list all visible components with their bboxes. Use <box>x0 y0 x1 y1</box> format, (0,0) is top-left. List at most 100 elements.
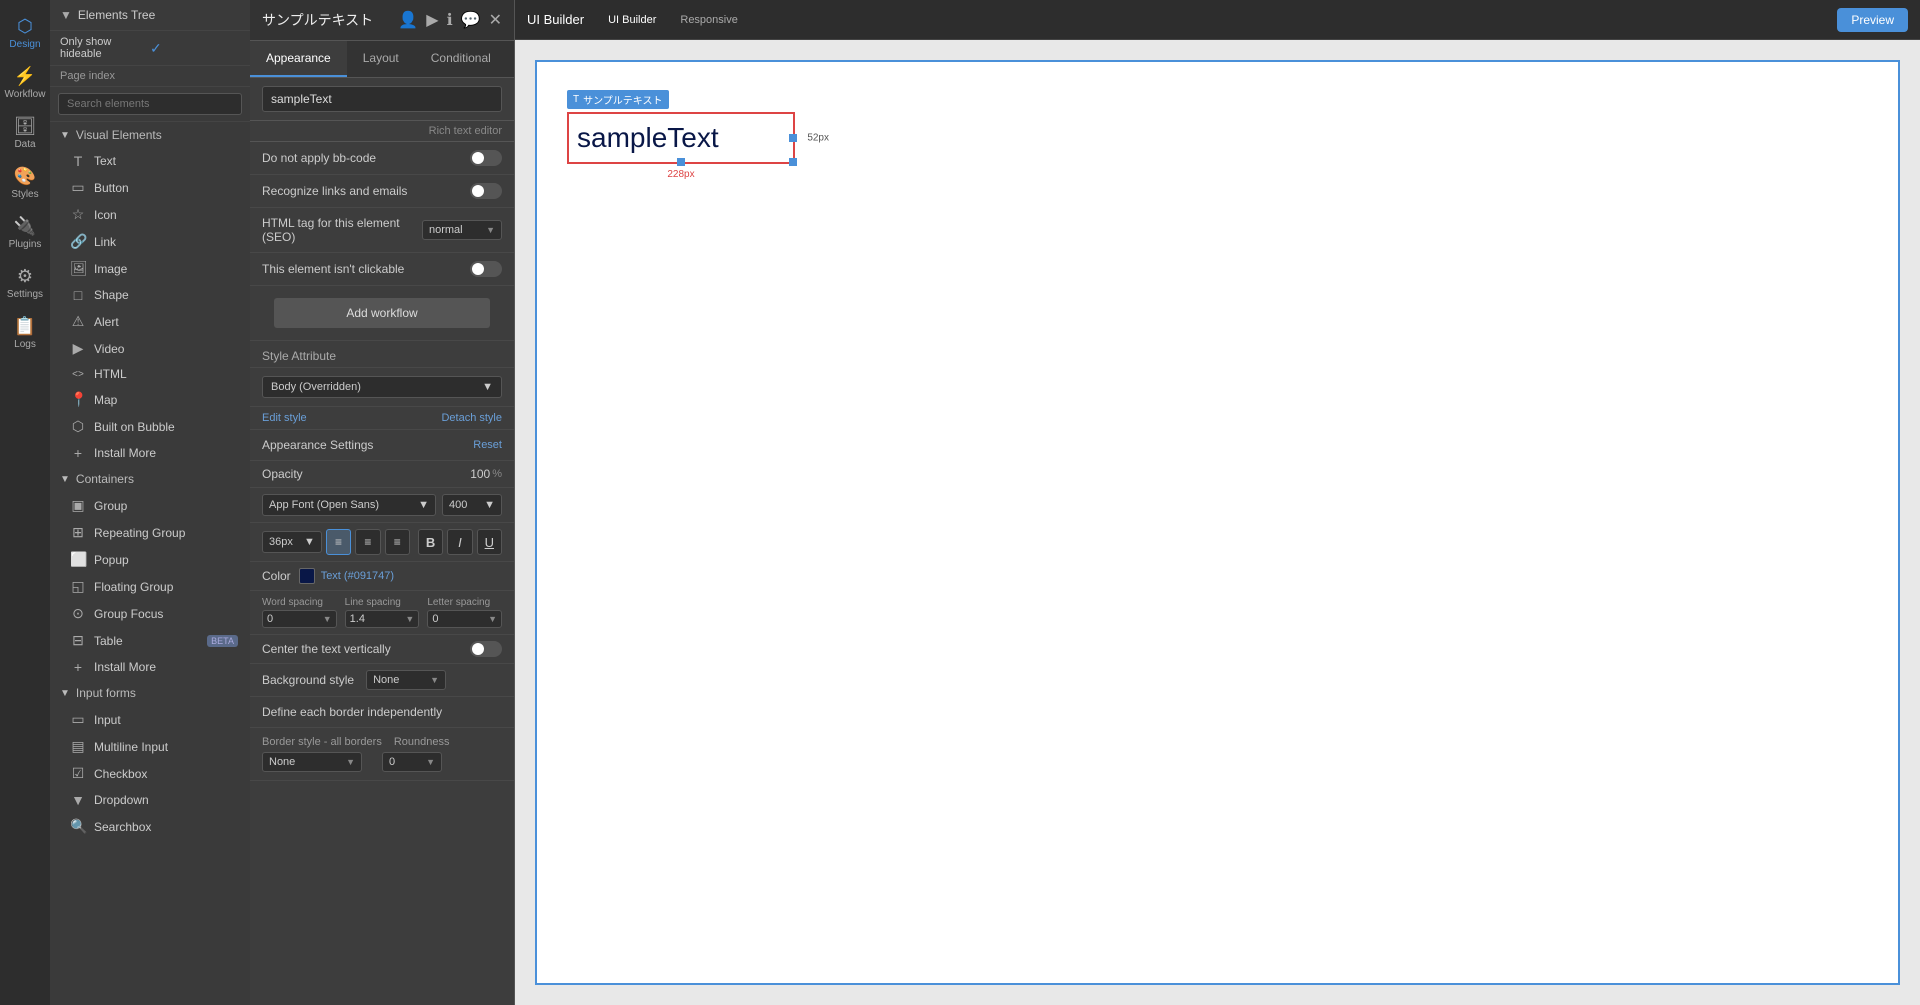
element-map-label: Map <box>94 393 117 407</box>
element-text[interactable]: T Text <box>50 148 250 174</box>
element-image[interactable]: 🖼 Image <box>50 255 250 282</box>
bg-style-select[interactable]: None ▼ <box>366 670 446 690</box>
nav-item-styles[interactable]: 🎨 Styles <box>0 158 50 208</box>
element-group[interactable]: ▣ Group <box>50 492 250 519</box>
reset-link[interactable]: Reset <box>473 439 502 451</box>
align-left-button[interactable]: ≡ <box>326 529 351 555</box>
bold-button[interactable]: B <box>418 529 443 555</box>
nav-item-logs[interactable]: 📋 Logs <box>0 308 50 358</box>
only-show-hideable-row[interactable]: Only show hideable ✓ <box>50 31 250 66</box>
resize-handle-corner[interactable] <box>789 158 797 166</box>
bb-code-toggle[interactable] <box>470 150 502 166</box>
element-popup[interactable]: ⬜ Popup <box>50 546 250 573</box>
element-built-on-bubble[interactable]: ⬡ Built on Bubble <box>50 413 250 440</box>
tab-appearance[interactable]: Appearance <box>250 41 347 77</box>
resize-handle-mid-bottom[interactable] <box>677 158 685 166</box>
element-video[interactable]: ▶ Video <box>50 335 250 362</box>
spacing-row: Word spacing 0 ▼ Line spacing 1.4 ▼ Lett… <box>250 591 514 635</box>
font-weight-select[interactable]: 400 ▼ <box>442 494 502 516</box>
element-searchbox[interactable]: 🔍 Searchbox <box>50 813 250 840</box>
color-row: Color Text (#091747) <box>250 562 514 591</box>
play-icon[interactable]: ▶ <box>426 10 438 30</box>
top-bar-responsive[interactable]: Responsive <box>672 10 745 30</box>
text-box[interactable]: sampleText 228px 52px <box>567 112 795 164</box>
preview-button[interactable]: Preview <box>1837 8 1908 32</box>
nav-item-settings[interactable]: ⚙ Settings <box>0 258 50 308</box>
canvas-text-element[interactable]: T サンプルテキスト sampleText 228px 52px <box>567 112 795 164</box>
border-values: None ▼ 0 ▼ <box>262 752 502 772</box>
underline-button[interactable]: U <box>477 529 502 555</box>
style-attr-select[interactable]: Body (Overridden) ▼ <box>262 376 502 398</box>
letter-spacing-input[interactable]: 0 ▼ <box>427 610 502 628</box>
text-box-content: sampleText <box>577 122 719 154</box>
element-input[interactable]: ▭ Input <box>50 706 250 733</box>
element-button[interactable]: ▭ Button <box>50 174 250 201</box>
html-icon: <> <box>70 369 86 380</box>
styles-icon: 🎨 <box>14 166 36 187</box>
info-icon[interactable]: ℹ <box>447 10 453 30</box>
element-shape[interactable]: □ Shape <box>50 282 250 308</box>
align-center-button[interactable]: ≡ <box>355 529 380 555</box>
line-spacing-input[interactable]: 1.4 ▼ <box>345 610 420 628</box>
element-dropdown[interactable]: ▼ Dropdown <box>50 787 250 813</box>
close-icon[interactable]: ✕ <box>489 10 502 30</box>
chat-icon[interactable]: 💬 <box>461 10 481 30</box>
containers-section[interactable]: ▼ Containers <box>50 466 250 492</box>
html-tag-label: HTML tag for this element (SEO) <box>262 216 422 244</box>
align-right-button[interactable]: ≡ <box>385 529 410 555</box>
element-install-more-ve[interactable]: + Install More <box>50 440 250 466</box>
nav-item-design[interactable]: ⬡ Design <box>0 8 50 58</box>
border-roundness-select[interactable]: 0 ▼ <box>382 752 442 772</box>
element-alert[interactable]: ⚠ Alert <box>50 308 250 335</box>
search-input[interactable] <box>58 93 242 115</box>
color-swatch[interactable] <box>299 568 315 584</box>
input-forms-section[interactable]: ▼ Input forms <box>50 680 250 706</box>
containers-label: Containers <box>76 472 134 486</box>
visual-elements-section[interactable]: ▼ Visual Elements <box>50 122 250 148</box>
element-checkbox[interactable]: ☑ Checkbox <box>50 760 250 787</box>
element-link[interactable]: 🔗 Link <box>50 228 250 255</box>
nav-item-data[interactable]: 🗄 Data <box>0 108 50 158</box>
html-tag-caret: ▼ <box>486 225 495 235</box>
color-text-value[interactable]: Text (#091747) <box>321 570 394 582</box>
element-install-more-c[interactable]: + Install More <box>50 654 250 680</box>
element-html[interactable]: <> HTML <box>50 362 250 386</box>
detach-style-link[interactable]: Detach style <box>441 412 502 424</box>
font-caret: ▼ <box>418 499 429 511</box>
element-name-input[interactable] <box>262 86 502 112</box>
word-spacing-input[interactable]: 0 ▼ <box>262 610 337 628</box>
tab-conditional[interactable]: Conditional <box>415 41 507 77</box>
element-floating-group[interactable]: ◱ Floating Group <box>50 573 250 600</box>
button-icon: ▭ <box>70 179 86 196</box>
resize-handle-mid-right[interactable] <box>789 134 797 142</box>
bg-style-label: Background style <box>262 673 354 687</box>
edit-style-link[interactable]: Edit style <box>262 412 307 424</box>
center-vert-toggle[interactable] <box>470 641 502 657</box>
element-built-on-bubble-label: Built on Bubble <box>94 420 175 434</box>
element-icon[interactable]: ☆ Icon <box>50 201 250 228</box>
element-group-focus[interactable]: ⊙ Group Focus <box>50 600 250 627</box>
nav-item-workflow[interactable]: ⚡ Workflow <box>0 58 50 108</box>
element-table[interactable]: ⊟ Table BETA <box>50 627 250 654</box>
avatar-icon[interactable]: 👤 <box>398 10 418 30</box>
text-format-row: 36px ▼ ≡ ≡ ≡ B I U <box>250 523 514 562</box>
alert-icon: ⚠ <box>70 313 86 330</box>
tab-layout[interactable]: Layout <box>347 41 415 77</box>
html-tag-select[interactable]: normal ▼ <box>422 220 502 240</box>
element-map[interactable]: 📍 Map <box>50 386 250 413</box>
font-select[interactable]: App Font (Open Sans) ▼ <box>262 494 436 516</box>
rich-text-editor-link[interactable]: Rich text editor <box>250 121 514 142</box>
border-style-select[interactable]: None ▼ <box>262 752 362 772</box>
design-icon: ⬡ <box>17 16 33 37</box>
top-bar-ui-builder[interactable]: UI Builder <box>600 10 664 30</box>
italic-button[interactable]: I <box>447 529 472 555</box>
element-multiline-input[interactable]: ▤ Multiline Input <box>50 733 250 760</box>
recognize-links-toggle[interactable] <box>470 183 502 199</box>
not-clickable-toggle[interactable] <box>470 261 502 277</box>
element-repeating-group[interactable]: ⊞ Repeating Group <box>50 519 250 546</box>
add-workflow-button[interactable]: Add workflow <box>274 298 490 328</box>
nav-item-plugins[interactable]: 🔌 Plugins <box>0 208 50 258</box>
font-size-select[interactable]: 36px ▼ <box>262 531 322 553</box>
opacity-value: 100 <box>470 467 490 481</box>
element-floating-group-label: Floating Group <box>94 580 173 594</box>
